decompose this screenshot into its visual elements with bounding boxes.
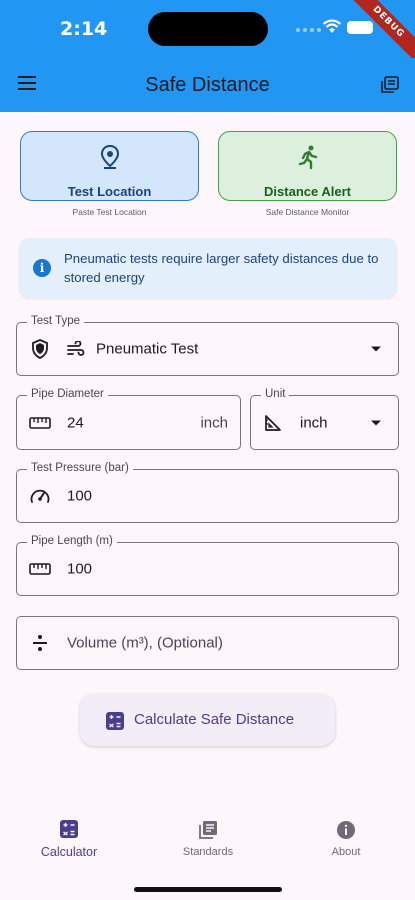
running-person-icon (219, 144, 396, 170)
pipe-diameter-suffix: inch (200, 414, 228, 431)
divide-icon (33, 635, 47, 651)
info-icon: i (33, 259, 51, 277)
test-location-subtitle: Paste Test Location (72, 207, 147, 217)
history-icon[interactable] (379, 74, 401, 96)
info-icon (277, 820, 415, 840)
square-foot-icon (265, 414, 281, 431)
test-type-value: Pneumatic Test (96, 340, 199, 358)
nav-label-standards: Standards (182, 846, 234, 858)
calculate-button-label: Calculate Safe Distance (134, 711, 295, 728)
bottom-navigation: Calculator Standards About (0, 800, 415, 900)
location-pin-icon (21, 144, 198, 170)
volume-placeholder: Volume (m³), (Optional) (67, 634, 223, 652)
dynamic-island (148, 12, 268, 46)
dropdown-arrow-icon (371, 420, 381, 425)
pipe-diameter-label: Pipe Diameter (27, 388, 108, 400)
pipe-diameter-field[interactable]: Pipe Diameter 24 inch (16, 388, 241, 450)
ruler-icon (29, 563, 51, 575)
library-books-icon (139, 820, 277, 840)
info-banner: i Pneumatic tests require larger safety … (19, 238, 397, 298)
pipe-length-label: Pipe Length (m) (27, 535, 117, 547)
nav-label-calculator: Calculator (40, 845, 98, 859)
unit-dropdown[interactable]: Unit inch (250, 388, 399, 450)
pipe-length-value: 100 (67, 560, 93, 578)
test-type-label: Test Type (27, 315, 85, 327)
calculator-icon (0, 820, 138, 838)
status-bar: 2:14 DEBUG (0, 0, 415, 68)
test-pressure-label: Test Pressure (bar) (27, 462, 133, 474)
info-banner-text: Pneumatic tests require larger safety di… (64, 251, 379, 285)
air-icon (67, 341, 85, 356)
distance-alert-subtitle: Safe Distance Monitor (265, 207, 350, 217)
unit-label: Unit (261, 388, 290, 400)
dropdown-arrow-icon (371, 346, 381, 352)
shield-icon (32, 339, 48, 359)
unit-value: inch (300, 414, 328, 431)
calculator-icon (106, 712, 124, 730)
test-pressure-field[interactable]: Test Pressure (bar) 100 (16, 462, 399, 523)
speed-gauge-icon (30, 489, 50, 503)
nav-item-about[interactable]: About (277, 800, 415, 880)
test-pressure-value: 100 (67, 487, 93, 505)
distance-alert-card[interactable]: Distance Alert Safe Distance Monitor (218, 131, 397, 217)
calculate-button[interactable]: Calculate Safe Distance (80, 694, 335, 746)
nav-label-about: About (331, 846, 361, 858)
pipe-diameter-value: 24 (67, 414, 84, 431)
nav-item-calculator[interactable]: Calculator (0, 800, 138, 880)
volume-field[interactable]: Volume (m³), (Optional) (16, 616, 399, 670)
test-location-title: Test Location (67, 184, 152, 199)
signal-icon (296, 28, 321, 32)
battery-icon (347, 21, 373, 34)
pipe-length-field[interactable]: Pipe Length (m) 100 (16, 535, 399, 596)
app-bar: Safe Distance (0, 58, 415, 112)
home-indicator (134, 887, 282, 892)
distance-alert-title: Distance Alert (264, 184, 351, 199)
ruler-icon (29, 416, 51, 429)
nav-item-standards[interactable]: Standards (139, 800, 277, 880)
test-location-card[interactable]: Test Location Paste Test Location (20, 131, 199, 217)
test-type-dropdown[interactable]: Test Type Pneumatic Test (16, 315, 399, 376)
status-time: 2:14 (60, 18, 108, 40)
page-title: Safe Distance (145, 74, 270, 96)
wifi-icon (322, 19, 342, 33)
